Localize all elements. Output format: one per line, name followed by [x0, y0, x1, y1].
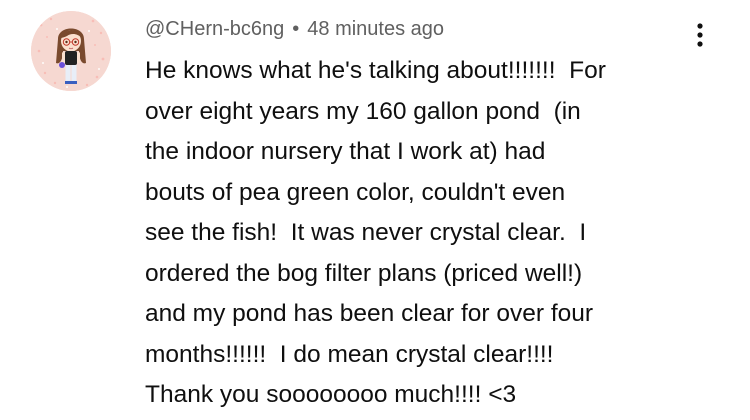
comment-text-line: bouts of pea green color, couldn't even [145, 178, 566, 206]
more-vert-icon [697, 23, 703, 47]
comment-text-line: months!!!!!! I do mean crystal clear!!!! [145, 340, 554, 368]
more-options-button[interactable] [686, 20, 714, 52]
cartoon-girl-avatar-icon [31, 11, 111, 91]
author-handle[interactable]: @CHern-bc6ng [145, 18, 284, 41]
comment-text-line: see the fish! It was never crystal clear… [145, 219, 587, 246]
comment-text-line: He knows what he's talking about!!!!!!! … [145, 57, 606, 84]
comment-text: He knows what he's talking about!!!!!!! … [145, 51, 725, 416]
comment-header: @CHern-bc6ng • 48 minutes ago [145, 15, 444, 43]
separator-dot: • [292, 17, 300, 40]
timestamp: 48 minutes ago [307, 17, 445, 40]
comment-text-line: and my pond has been clear for over four [145, 300, 594, 327]
comment-thread: @CHern-bc6ng • 48 minutes ago He knows w… [0, 0, 750, 420]
avatar[interactable] [31, 11, 111, 91]
comment-text-line: over eight years my 160 gallon pond (in [145, 97, 581, 125]
comment-text-line: Thank you soooooooo much!!!! <3 [145, 381, 517, 408]
comment-text-line: ordered the bog filter plans (priced wel… [145, 259, 583, 287]
comment-text-line: the indoor nursery that I work at) had [145, 138, 546, 165]
